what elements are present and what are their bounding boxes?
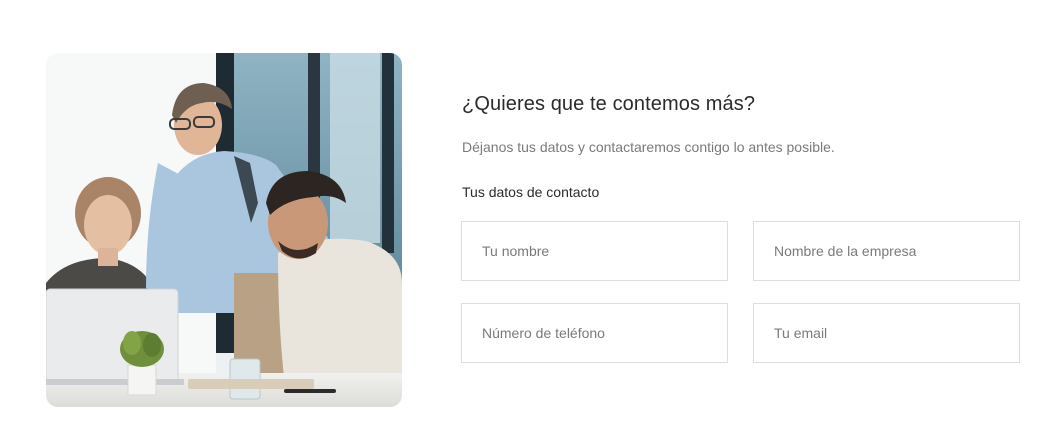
contact-page: ¿Quieres que te contemos más? Déjanos tu… — [0, 0, 1045, 444]
name-input[interactable] — [461, 221, 728, 281]
contact-subtitle: Déjanos tus datos y contactaremos contig… — [462, 139, 835, 155]
contact-details-label: Tus datos de contacto — [462, 184, 600, 200]
email-input[interactable] — [753, 303, 1020, 363]
phone-input[interactable] — [461, 303, 728, 363]
contact-heading: ¿Quieres que te contemos más? — [462, 93, 756, 115]
company-input[interactable] — [753, 221, 1020, 281]
team-photo — [46, 53, 402, 407]
contact-intro: ¿Quieres que te contemos más? Déjanos tu… — [462, 90, 1022, 202]
